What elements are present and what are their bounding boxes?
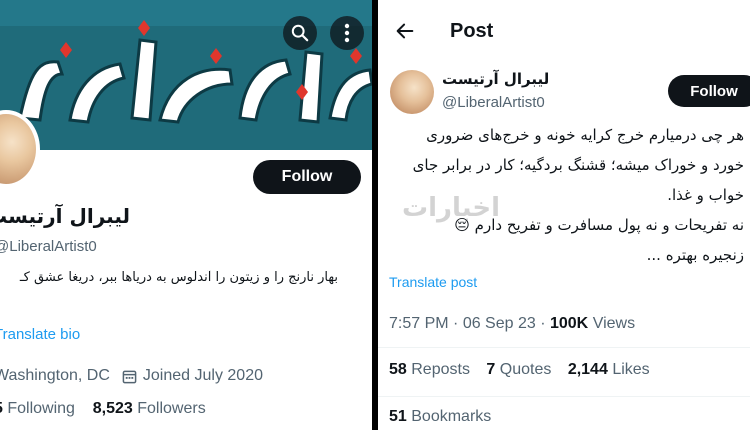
likes-label: Likes	[612, 361, 650, 378]
translate-bio-link[interactable]: Translate bio	[0, 326, 80, 343]
bookmarks-stat[interactable]: 51 Bookmarks	[389, 408, 491, 426]
reposts-label: Reposts	[411, 361, 470, 378]
post-author-handle[interactable]: @LiberalArtist0	[442, 94, 545, 111]
engagement-stats: 58 Reposts 7 Quotes 2,144 Likes	[389, 361, 650, 379]
more-options-button[interactable]	[330, 16, 364, 50]
following-count: 5	[0, 400, 3, 417]
profile-display-name: لیبرال آرتیست	[0, 204, 130, 228]
views-count: 100K	[549, 315, 589, 332]
quotes-label: Quotes	[499, 361, 552, 378]
follow-button[interactable]: Follow	[253, 160, 361, 194]
search-button[interactable]	[283, 16, 317, 50]
profile-panel: Follow لیبرال آرتیست @LiberalArtist0 بها…	[0, 0, 372, 430]
reposts-link[interactable]: 58 Reposts	[389, 361, 470, 378]
back-button[interactable]	[394, 20, 416, 46]
quotes-count: 7	[486, 361, 496, 378]
post-time[interactable]: 7:57 PM	[389, 315, 449, 332]
profile-meta: Washington, DC Joined July 2020	[0, 367, 263, 385]
followers-count: 8,523	[92, 400, 133, 417]
post-date[interactable]: 06 Sep 23	[463, 315, 536, 332]
post-timestamp: 7:57 PM · 06 Sep 23 · 100K Views	[389, 315, 636, 332]
post-follow-button[interactable]: Follow	[668, 75, 750, 107]
profile-banner	[0, 0, 372, 150]
likes-link[interactable]: 2,144 Likes	[568, 361, 650, 378]
profile-handle: @LiberalArtist0	[0, 238, 97, 255]
reposts-count: 58	[389, 361, 407, 378]
post-text-line: خورد و خوراک میشه؛ قشنگ بردگیه؛ کار در ب…	[412, 156, 744, 174]
followers-link[interactable]: 8,523 Followers	[93, 400, 206, 417]
post-text-line: هر چی درمیارم خرج کرایه خونه و خرج‌های ض…	[426, 126, 744, 144]
profile-joined: Joined July 2020	[142, 367, 263, 384]
post-panel: Post لیبرال آرتیست @LiberalArtist0 Follo…	[378, 0, 750, 430]
banner-artwork	[0, 0, 372, 150]
more-icon	[344, 23, 350, 43]
divider	[378, 396, 750, 397]
profile-location: Washington, DC	[0, 367, 110, 384]
bookmarks-label: Bookmarks	[411, 408, 492, 425]
likes-count: 2,144	[567, 361, 608, 378]
profile-stats: 5 Following 8,523 Followers	[0, 400, 206, 418]
watermark-logo: اخبارات	[402, 193, 500, 223]
watermark-text: اخبارات	[402, 193, 500, 223]
post-author-avatar[interactable]	[390, 70, 434, 114]
post-author-name[interactable]: لیبرال آرتیست	[442, 70, 549, 88]
calendar-icon	[122, 369, 137, 384]
translate-post-link[interactable]: Translate post	[389, 274, 477, 290]
followers-label: Followers	[137, 400, 206, 417]
search-icon	[291, 24, 309, 42]
views-label: Views	[592, 315, 636, 332]
back-arrow-icon	[396, 23, 414, 39]
page-title: Post	[450, 20, 494, 42]
post-text-line: زنجیره بهتره ...	[646, 246, 744, 264]
quotes-link[interactable]: 7 Quotes	[486, 361, 551, 378]
bookmarks-count: 51	[389, 408, 407, 425]
divider	[378, 347, 750, 348]
following-label: Following	[7, 400, 75, 417]
following-link[interactable]: 5 Following	[0, 400, 75, 417]
profile-bio: بهار نارنج را و زیتون را آندلوس به دریاه…	[19, 270, 338, 285]
